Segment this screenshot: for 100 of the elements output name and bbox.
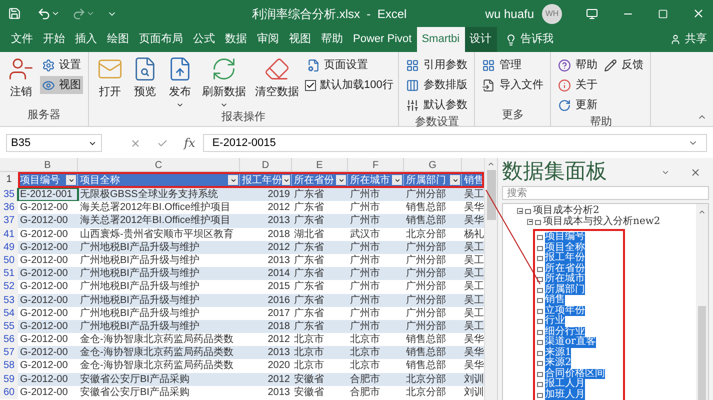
search-field[interactable]: 搜索 bbox=[502, 186, 709, 200]
ribbon-button[interactable]: 设置 bbox=[40, 56, 83, 74]
ribbon-button[interactable]: 默认参数 bbox=[404, 96, 470, 114]
scroll-up-icon[interactable] bbox=[487, 160, 495, 168]
table-cell-text: 安徽省 bbox=[293, 386, 325, 399]
ribbon-button[interactable]: 页面设置 bbox=[305, 56, 394, 74]
collapse-icon[interactable] bbox=[527, 218, 533, 225]
checkbox[interactable] bbox=[305, 80, 316, 90]
ribbon-tab[interactable]: 审阅 bbox=[252, 27, 284, 52]
tree-item[interactable]: 渠道or直客 bbox=[545, 337, 596, 348]
ribbon-button[interactable]: 清空数据 bbox=[252, 56, 302, 108]
tree-item[interactable]: 所在省份 bbox=[545, 264, 585, 274]
tree-item[interactable]: 所在城市 bbox=[545, 274, 585, 284]
close-icon[interactable] bbox=[690, 166, 701, 178]
row-number[interactable]: 51 bbox=[0, 267, 18, 280]
ribbon-tab[interactable]: 绘图 bbox=[102, 27, 134, 52]
row-number[interactable]: 60 bbox=[0, 386, 18, 399]
column-letter[interactable]: B bbox=[18, 158, 78, 171]
ribbon-tab[interactable]: 数据 bbox=[220, 27, 252, 52]
tree-item[interactable]: 报工年份 bbox=[545, 253, 585, 264]
row-number[interactable]: 53 bbox=[0, 294, 18, 307]
tree-item[interactable]: 来源1 bbox=[545, 348, 572, 358]
filter-button[interactable] bbox=[392, 175, 402, 185]
row-number[interactable]: 59 bbox=[0, 372, 18, 386]
enter-icon[interactable] bbox=[157, 138, 168, 148]
user-avatar[interactable]: WH bbox=[542, 4, 562, 24]
filter-button[interactable] bbox=[336, 175, 346, 185]
row-number[interactable]: 37 bbox=[0, 214, 18, 228]
column-letter[interactable]: G bbox=[404, 158, 462, 171]
tree-item[interactable]: 项目全称 bbox=[545, 242, 585, 253]
ribbon-button[interactable]: 预览 bbox=[129, 56, 161, 108]
collapse-icon[interactable] bbox=[517, 208, 523, 214]
ribbon-tab[interactable]: 视图 bbox=[284, 27, 316, 52]
ribbon-button[interactable]: 引用参数 bbox=[404, 56, 470, 74]
ribbon-button[interactable]: 更新 bbox=[556, 96, 600, 114]
filter-button[interactable] bbox=[450, 175, 460, 185]
tree-item[interactable]: 来源2 bbox=[545, 358, 572, 368]
ribbon-tab[interactable]: 设计 bbox=[464, 27, 497, 52]
tree-item[interactable]: 项目成本分析2 bbox=[533, 206, 600, 216]
ribbon-tab[interactable]: 页面布局 bbox=[134, 27, 188, 52]
column-letter[interactable]: E bbox=[292, 158, 348, 171]
ribbon-button[interactable]: 刷新数据 bbox=[199, 56, 249, 108]
tree-item[interactable]: 所属部门 bbox=[545, 284, 585, 295]
ribbon-button[interactable]: 参数排版 bbox=[404, 76, 470, 94]
row-number[interactable]: 50 bbox=[0, 254, 18, 268]
undo-icon[interactable] bbox=[37, 6, 51, 20]
share-button[interactable]: 共享 bbox=[670, 27, 707, 52]
save-icon[interactable] bbox=[8, 7, 21, 20]
filter-button[interactable] bbox=[228, 175, 238, 185]
filter-button[interactable] bbox=[282, 175, 290, 185]
maximize-icon[interactable] bbox=[658, 8, 668, 18]
column-letter[interactable]: C bbox=[78, 158, 240, 171]
scrollbar[interactable] bbox=[484, 158, 497, 400]
tree-item[interactable]: 加班人月 bbox=[545, 390, 585, 400]
row-number[interactable]: 55 bbox=[0, 320, 18, 334]
formula-field[interactable]: E-2012-0015 bbox=[203, 134, 707, 152]
row-number[interactable]: 52 bbox=[0, 280, 18, 294]
ribbon-button[interactable]: 发布 bbox=[164, 56, 196, 108]
ribbon-tab[interactable]: 公式 bbox=[188, 27, 220, 52]
row-number[interactable]: 41 bbox=[0, 228, 18, 241]
row-number[interactable]: 36 bbox=[0, 201, 18, 214]
ribbon-tab[interactable]: 插入 bbox=[70, 27, 102, 52]
row-number[interactable]: 57 bbox=[0, 346, 18, 360]
tree-item[interactable]: 销售 bbox=[545, 295, 565, 306]
name-box[interactable]: B35 bbox=[6, 134, 102, 152]
tree-item[interactable]: 报工人月 bbox=[545, 379, 585, 390]
tree-item[interactable]: 行业 bbox=[545, 316, 565, 326]
column-letter[interactable]: F bbox=[348, 158, 404, 171]
scrollbar[interactable] bbox=[696, 204, 708, 400]
caret-icon[interactable] bbox=[51, 9, 60, 18]
filter-button[interactable] bbox=[66, 175, 76, 185]
ribbon-tab[interactable]: Power Pivot bbox=[348, 27, 417, 52]
ribbon-tab[interactable]: Smartbi bbox=[416, 27, 465, 52]
ribbon-button[interactable]: 关于 bbox=[556, 76, 600, 94]
row-number[interactable]: 56 bbox=[0, 333, 18, 346]
ribbon-button[interactable]: 帮助 bbox=[556, 56, 600, 74]
tree-item[interactable]: 项目成本与投入分析new2 bbox=[543, 216, 660, 227]
scroll-thumb[interactable] bbox=[698, 306, 706, 400]
ribbon-button[interactable]: 注销 bbox=[5, 56, 37, 106]
column-letter[interactable]: D bbox=[240, 158, 292, 171]
cancel-icon[interactable] bbox=[130, 138, 141, 148]
ribbon-button[interactable]: 视图 bbox=[40, 76, 83, 94]
ribbon-tab[interactable]: 帮助 bbox=[316, 27, 348, 52]
row-number[interactable]: 49 bbox=[0, 240, 18, 254]
ribbon-tab[interactable]: 开始 bbox=[38, 27, 70, 52]
ribbon-display-icon[interactable] bbox=[586, 8, 598, 20]
function-button[interactable]: fx bbox=[184, 134, 196, 152]
row-number[interactable]: 58 bbox=[0, 359, 18, 373]
row-number[interactable]: 1 bbox=[0, 172, 18, 188]
ribbon-tab[interactable]: 文件 bbox=[6, 27, 38, 52]
ribbon-button[interactable]: 导入文件 bbox=[480, 76, 546, 94]
scroll-thumb[interactable] bbox=[486, 170, 496, 220]
tell-me-field[interactable]: 告诉我 bbox=[520, 31, 554, 48]
close-icon[interactable] bbox=[692, 7, 705, 20]
row-number[interactable]: 35 bbox=[0, 188, 18, 202]
ribbon-button[interactable]: 反馈 bbox=[602, 56, 646, 74]
row-number[interactable]: 54 bbox=[0, 306, 18, 320]
scroll-up-icon[interactable] bbox=[698, 208, 706, 216]
ribbon-button[interactable]: 打开 bbox=[94, 56, 126, 108]
ribbon-button[interactable]: 管理 bbox=[480, 56, 546, 74]
